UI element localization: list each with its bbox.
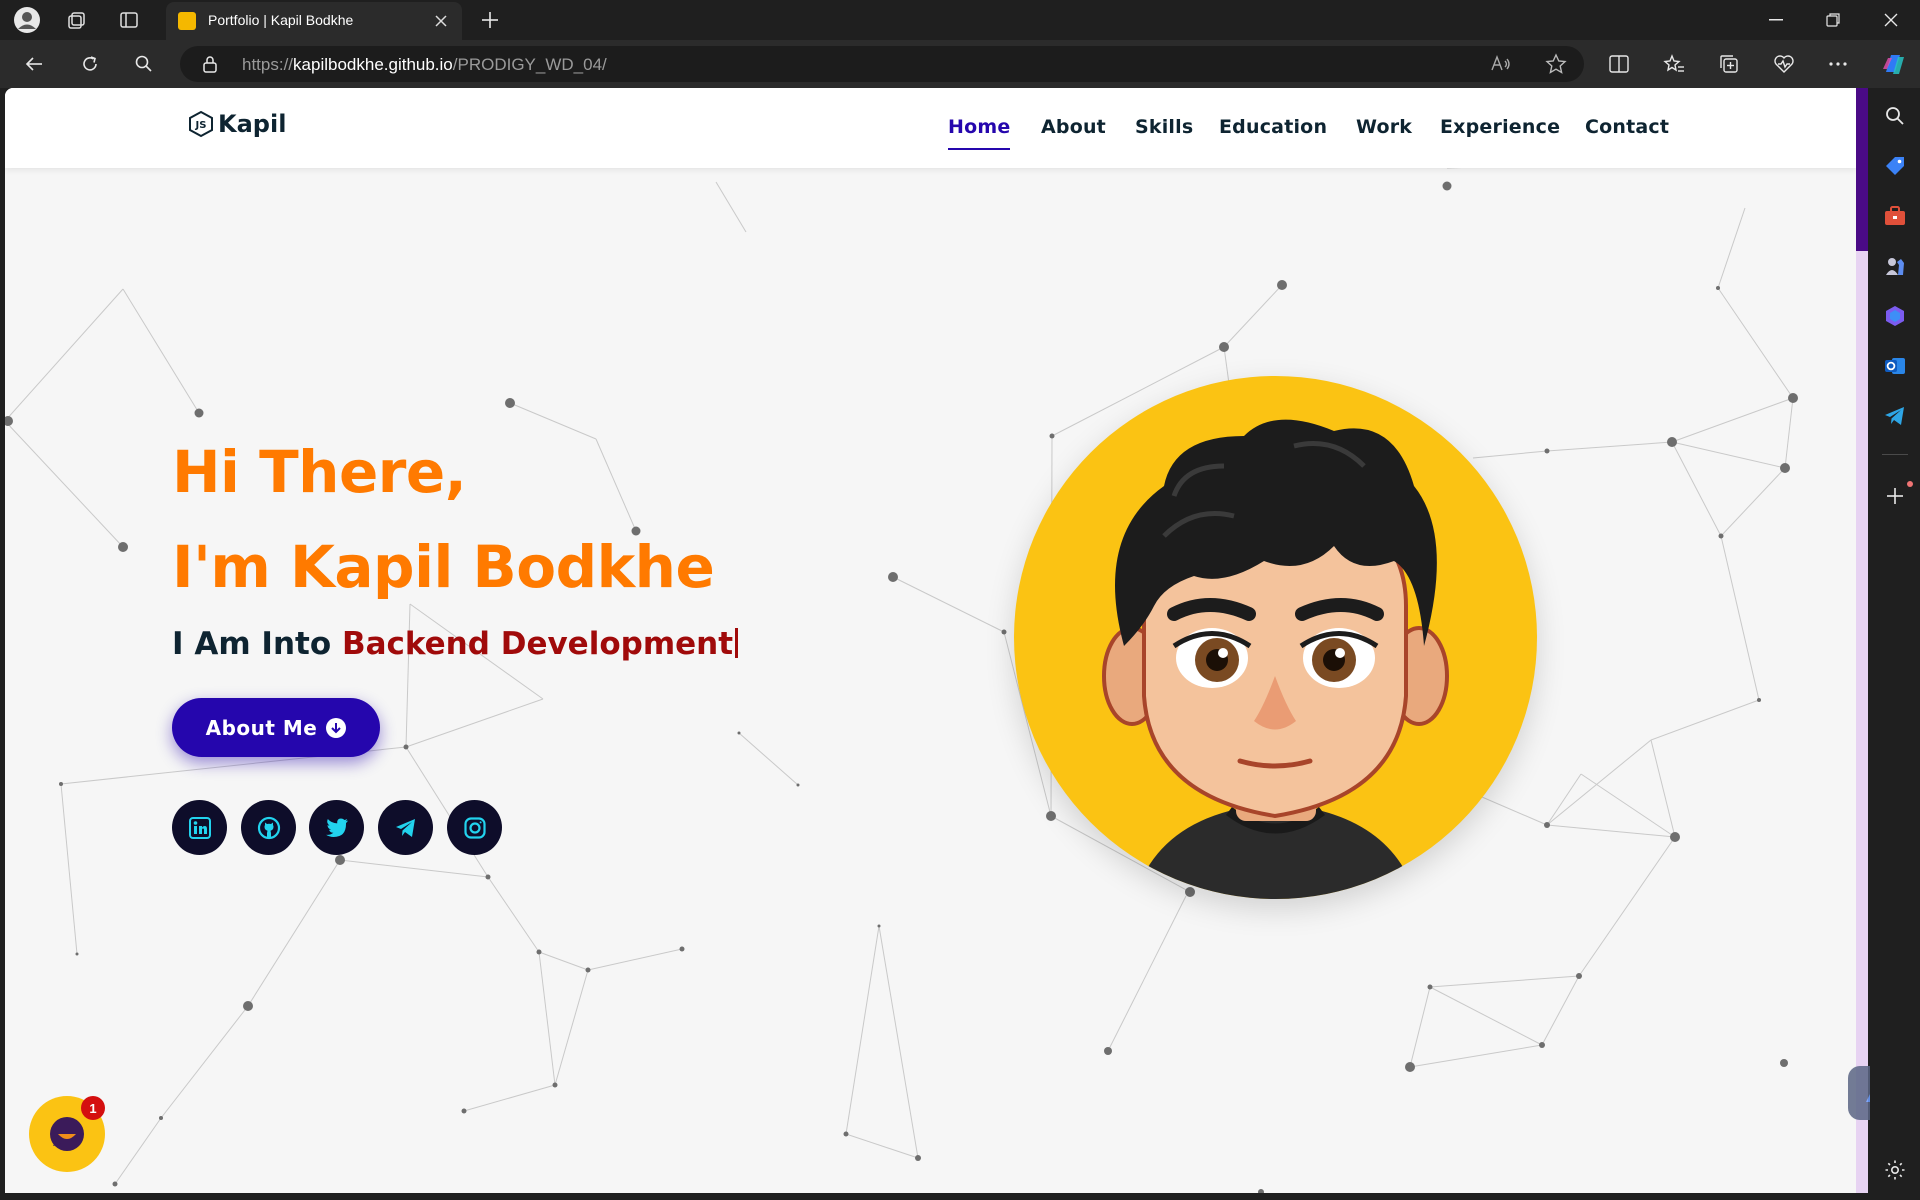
browser-toolbar: https://kapilbodkhe.github.io/PRODIGY_WD…: [0, 40, 1920, 88]
site-logo[interactable]: JS Kapil: [188, 110, 286, 138]
collections-icon[interactable]: [1713, 48, 1745, 80]
notification-dot: [1907, 481, 1913, 487]
hero-greeting: Hi There,: [172, 438, 467, 506]
reload-icon[interactable]: [74, 48, 106, 80]
typing-caret: [735, 628, 739, 658]
minimize-icon[interactable]: [1749, 0, 1803, 40]
chat-bubble-icon: [50, 1117, 84, 1151]
url-text[interactable]: https://kapilbodkhe.github.io/PRODIGY_WD…: [242, 55, 607, 75]
typed-role: Backend Development: [341, 626, 734, 662]
favorites-icon[interactable]: [1658, 48, 1690, 80]
games-chess-icon[interactable]: [1879, 250, 1911, 282]
sidebar-settings-gear-icon[interactable]: [1879, 1154, 1911, 1186]
close-window-icon[interactable]: [1864, 0, 1918, 40]
twitter-icon[interactable]: [309, 800, 364, 855]
workspaces-icon[interactable]: [61, 4, 93, 36]
tab-title: Portfolio | Kapil Bodkhe: [208, 12, 354, 28]
active-tab[interactable]: Portfolio | Kapil Bodkhe: [166, 2, 462, 40]
github-icon[interactable]: [241, 800, 296, 855]
subtitle-prefix: I Am Into: [172, 626, 332, 662]
split-screen-icon[interactable]: [1603, 48, 1635, 80]
nav-active-underline: [948, 148, 1010, 150]
nav-home[interactable]: Home: [948, 116, 1010, 138]
hero-name: I'm Kapil Bodkhe: [172, 533, 715, 601]
browser-tab-bar: Portfolio | Kapil Bodkhe: [0, 0, 1920, 40]
edge-sidebar: [1870, 88, 1920, 1200]
tools-briefcase-icon[interactable]: [1879, 200, 1911, 232]
browser-essentials-icon[interactable]: [1768, 48, 1800, 80]
about-me-label: About Me: [205, 715, 318, 740]
tab-favicon-icon: [178, 12, 196, 30]
site-header: JS Kapil Home About Skills Education Wor…: [5, 88, 1856, 168]
avatar-illustration-icon: [1102, 419, 1449, 899]
instagram-icon[interactable]: [447, 800, 502, 855]
address-bar[interactable]: https://kapilbodkhe.github.io/PRODIGY_WD…: [180, 46, 1584, 82]
logo-text: Kapil: [218, 110, 287, 138]
page-viewport: JS Kapil Home About Skills Education Wor…: [5, 88, 1856, 1193]
microsoft-365-icon[interactable]: [1879, 300, 1911, 332]
sidebar-divider: [1882, 454, 1908, 455]
back-icon[interactable]: [18, 48, 50, 80]
tab-close-icon[interactable]: [430, 10, 452, 32]
read-aloud-icon[interactable]: [1490, 54, 1512, 78]
chat-notification-badge: 1: [81, 1096, 105, 1120]
linkedin-icon[interactable]: [172, 800, 227, 855]
telegram-icon[interactable]: [378, 800, 433, 855]
search-icon[interactable]: [128, 48, 160, 80]
nav-skills[interactable]: Skills: [1135, 116, 1193, 138]
page-scrollbar-track[interactable]: [1856, 88, 1868, 1193]
vertical-tabs-icon[interactable]: [113, 4, 145, 36]
profile-icon[interactable]: [11, 4, 43, 36]
profile-avatar: [1014, 376, 1537, 899]
more-options-icon[interactable]: [1822, 48, 1854, 80]
svg-text:JS: JS: [195, 120, 207, 131]
new-tab-icon[interactable]: [474, 4, 506, 36]
nav-education[interactable]: Education: [1219, 116, 1327, 138]
outlook-icon[interactable]: [1879, 350, 1911, 382]
nav-work[interactable]: Work: [1356, 116, 1412, 138]
favorite-star-icon[interactable]: [1545, 53, 1567, 79]
nav-contact[interactable]: Contact: [1585, 116, 1669, 138]
shopping-tag-icon[interactable]: [1879, 150, 1911, 182]
restore-icon[interactable]: [1806, 0, 1860, 40]
arrow-down-circle-icon: [326, 717, 347, 738]
nodejs-logo-icon: JS: [189, 110, 213, 138]
sidebar-search-icon[interactable]: [1879, 100, 1911, 132]
hero-subtitle: I Am Into Backend Development: [172, 626, 739, 662]
lock-icon[interactable]: [202, 55, 218, 77]
copilot-icon[interactable]: [1878, 48, 1910, 80]
nav-about[interactable]: About: [1041, 116, 1106, 138]
page-scrollbar-thumb[interactable]: [1856, 88, 1868, 251]
about-me-button[interactable]: About Me: [172, 698, 380, 757]
telegram-sidebar-icon[interactable]: [1879, 400, 1911, 432]
nav-experience[interactable]: Experience: [1440, 116, 1560, 138]
